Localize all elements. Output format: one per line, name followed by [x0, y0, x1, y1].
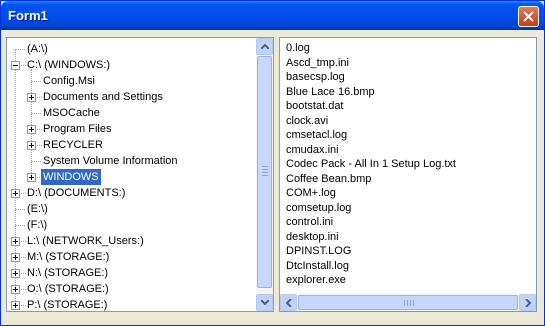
arrow-right-icon	[525, 299, 532, 307]
file-list-item[interactable]: Coffee Bean.bmp	[286, 172, 371, 186]
tree-item-label: L:\ (NETWORK_Users:)	[27, 235, 144, 247]
tree-item-label: (E:\)	[27, 203, 48, 215]
tree-item-label: N:\ (STORAGE:)	[27, 267, 109, 279]
file-list-item[interactable]: desktop.ini	[286, 230, 339, 244]
directory-tree[interactable]: (A:\) C:\ (WINDOWS:) Config.Msi Documents a…	[7, 38, 257, 311]
tree-item-label: D:\ (DOCUMENTS:)	[27, 187, 126, 199]
expand-icon[interactable]	[27, 173, 36, 182]
file-list-item[interactable]: bootstat.dat	[286, 99, 344, 113]
tree-item-label: Program Files	[43, 123, 112, 135]
file-list-item[interactable]: COM+.log	[286, 186, 336, 200]
tree-item-label: MSOCache	[43, 107, 100, 119]
expand-icon[interactable]	[11, 301, 20, 310]
scroll-left-button[interactable]	[280, 294, 297, 311]
close-button[interactable]	[518, 6, 539, 27]
file-list-item[interactable]: Codec Pack - All In 1 Setup Log.txt	[286, 157, 456, 171]
expand-icon[interactable]	[11, 285, 20, 294]
tree-item-label: WINDOWS	[41, 169, 101, 185]
tree-item[interactable]: L:\ (NETWORK_Users:)	[7, 233, 257, 249]
file-list-item[interactable]: comsetup.log	[286, 201, 351, 215]
tree-item-label: C:\ (WINDOWS:)	[27, 59, 111, 71]
tree-item[interactable]: RECYCLER	[7, 137, 257, 153]
tree-item-label: O:\ (STORAGE:)	[27, 283, 109, 295]
file-list-item[interactable]: Blue Lace 16.bmp	[286, 85, 375, 99]
tree-item[interactable]: P:\ (STORAGE:)	[7, 297, 257, 311]
expand-icon[interactable]	[11, 189, 20, 198]
file-list-horizontal-scrollbar[interactable]	[280, 294, 536, 311]
tree-item[interactable]: C:\ (WINDOWS:)	[7, 57, 257, 73]
scroll-right-button[interactable]	[519, 294, 536, 311]
horizontal-scroll-thumb[interactable]	[298, 295, 518, 310]
expand-icon[interactable]	[27, 141, 36, 150]
tree-item-label: Documents and Settings	[43, 91, 163, 103]
tree-item-label: P:\ (STORAGE:)	[27, 299, 108, 311]
file-list-item[interactable]: DPINST.LOG	[286, 244, 351, 258]
tree-item[interactable]: System Volume Information	[7, 153, 257, 169]
collapse-icon[interactable]	[11, 61, 20, 70]
tree-item[interactable]: (F:\)	[7, 217, 257, 233]
file-list-panel[interactable]: 0.log Ascd_tmp.ini basecsp.log Blue Lace 16…	[279, 37, 537, 312]
tree-item[interactable]: (E:\)	[7, 201, 257, 217]
tree-item[interactable]: O:\ (STORAGE:)	[7, 281, 257, 297]
expand-icon[interactable]	[11, 253, 20, 262]
scroll-thumb[interactable]	[257, 56, 272, 288]
file-list-item[interactable]: cmsetacl.log	[286, 128, 347, 142]
file-list-item[interactable]: DtcInstall.log	[286, 259, 349, 273]
arrow-down-icon	[261, 300, 269, 305]
file-list-item[interactable]: basecsp.log	[286, 70, 345, 84]
tree-item-label: (F:\)	[27, 219, 48, 231]
arrow-left-icon	[286, 299, 292, 307]
tree-item-label: (A:\)	[27, 43, 48, 55]
scroll-down-button[interactable]	[256, 294, 273, 311]
file-list-item[interactable]: clock.avi	[286, 114, 328, 128]
arrow-up-icon	[261, 44, 269, 49]
expand-icon[interactable]	[11, 269, 20, 278]
tree-item-label: System Volume Information	[43, 155, 178, 167]
tree-item-label: Config.Msi	[43, 75, 95, 87]
tree-item[interactable]: Program Files	[7, 121, 257, 137]
file-list-item[interactable]: 0.log	[286, 41, 310, 55]
tree-item[interactable]: D:\ (DOCUMENTS:)	[7, 185, 257, 201]
file-list-item[interactable]: cmudax.ini	[286, 143, 339, 157]
tree-item[interactable]: Config.Msi	[7, 73, 257, 89]
file-list-item[interactable]: Ascd_tmp.ini	[286, 56, 349, 70]
tree-item[interactable]: WINDOWS	[7, 169, 257, 185]
form1-window: Form1 (A:\) C:\ (WINDOWS:) Config.Msi Docum…	[0, 0, 545, 326]
tree-item-label: M:\ (STORAGE:)	[27, 251, 110, 263]
tree-vertical-scrollbar[interactable]	[256, 38, 273, 311]
tree-item-label: RECYCLER	[43, 139, 103, 151]
window-title: Form1	[8, 8, 48, 23]
title-bar[interactable]: Form1	[1, 1, 544, 30]
tree-item[interactable]: MSOCache	[7, 105, 257, 121]
scroll-up-button[interactable]	[256, 38, 273, 55]
expand-icon[interactable]	[27, 93, 36, 102]
directory-tree-panel[interactable]: (A:\) C:\ (WINDOWS:) Config.Msi Documents a…	[6, 37, 274, 312]
tree-item[interactable]: (A:\)	[7, 41, 257, 57]
tree-item[interactable]: Documents and Settings	[7, 89, 257, 105]
tree-item[interactable]: M:\ (STORAGE:)	[7, 249, 257, 265]
close-icon	[523, 11, 534, 22]
file-list-item[interactable]: explorer.exe	[286, 273, 346, 287]
file-list-item[interactable]: control.ini	[286, 215, 333, 229]
tree-item[interactable]: N:\ (STORAGE:)	[7, 265, 257, 281]
expand-icon[interactable]	[27, 125, 36, 134]
expand-icon[interactable]	[11, 237, 20, 246]
